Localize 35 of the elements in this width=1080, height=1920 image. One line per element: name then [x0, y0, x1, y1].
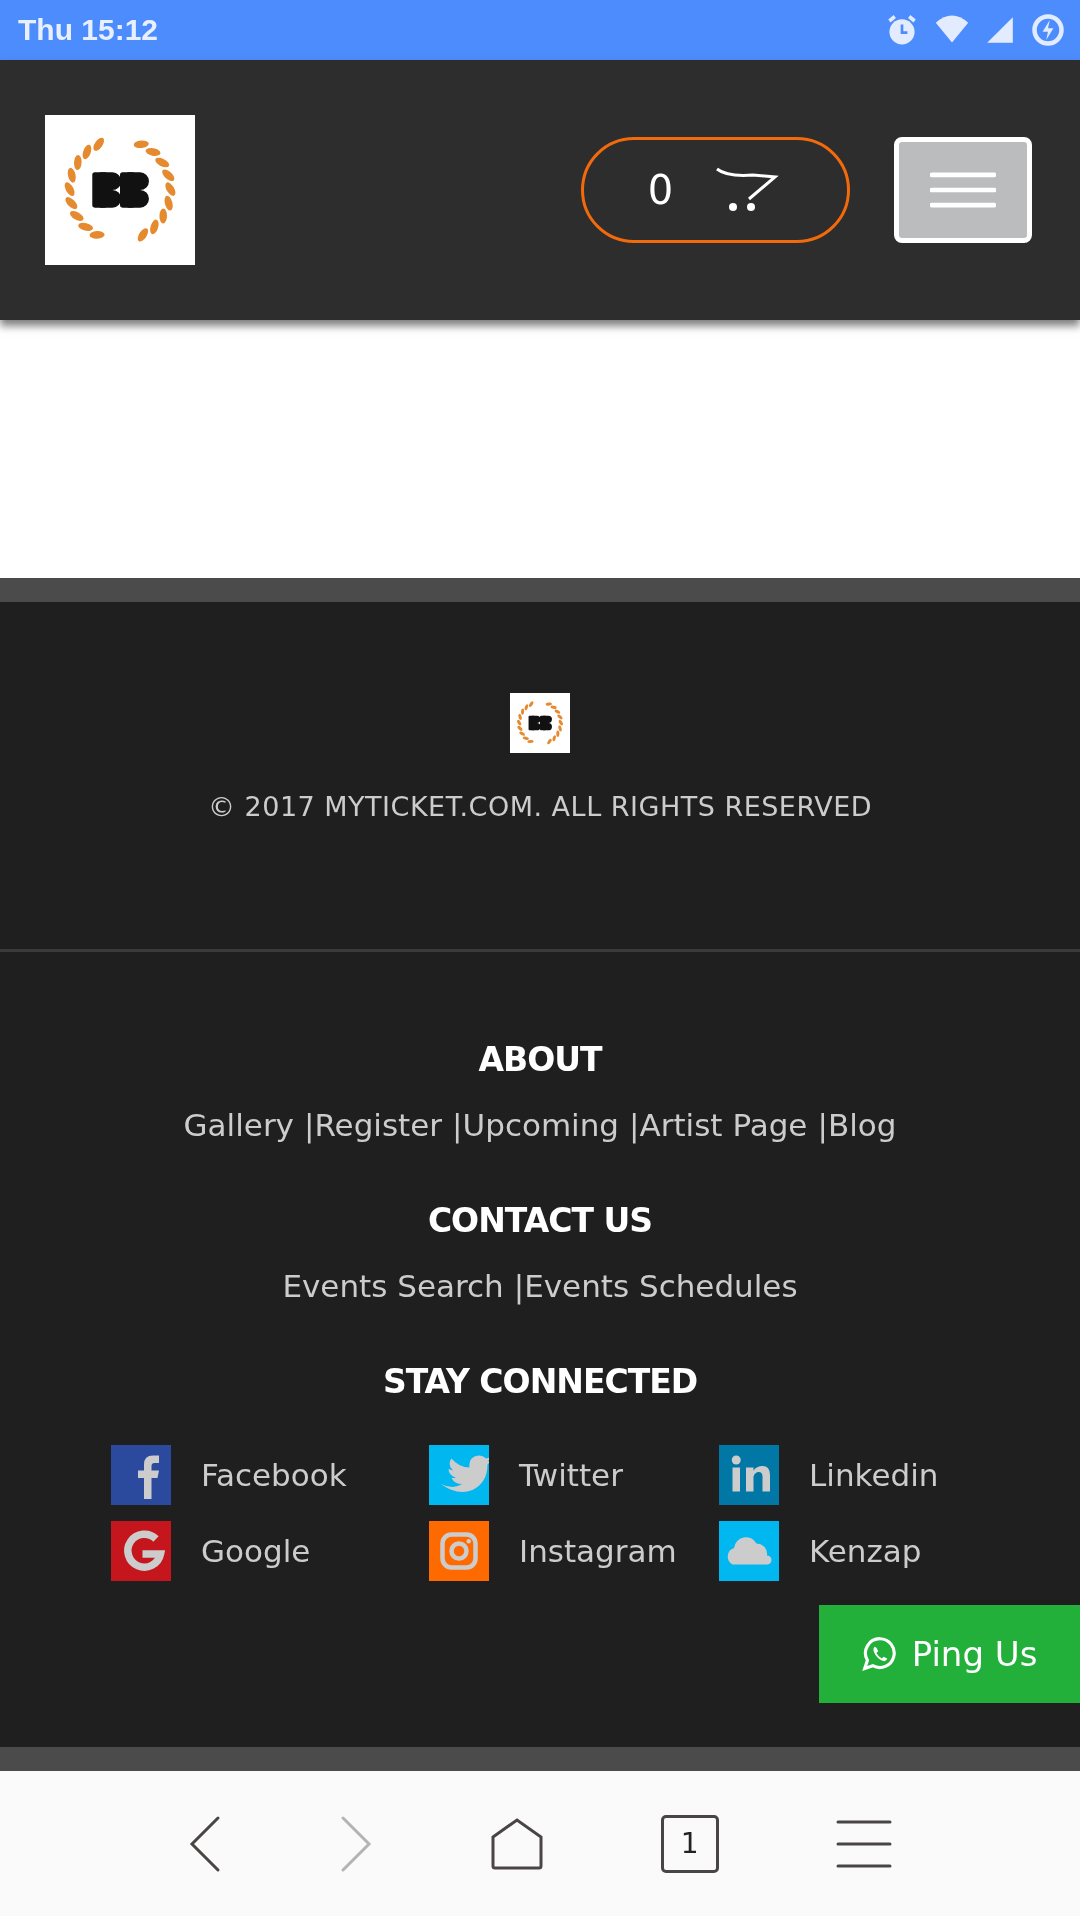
social-link[interactable]: Linkedin: [809, 1457, 939, 1493]
tabs-button[interactable]: 1: [660, 1814, 719, 1873]
battery-icon: [1030, 12, 1066, 48]
footer-logo: [510, 693, 570, 753]
footer-link[interactable]: Events Search: [282, 1268, 504, 1304]
social-link[interactable]: Facebook: [201, 1457, 347, 1493]
google-icon[interactable]: [111, 1521, 171, 1581]
separator: |: [513, 1268, 525, 1304]
footer-link[interactable]: Gallery: [183, 1107, 294, 1143]
footer-link[interactable]: Artist Page: [639, 1107, 808, 1143]
section-heading: CONTACT US: [427, 1201, 653, 1240]
footer-link[interactable]: Register: [314, 1107, 443, 1143]
footer-link[interactable]: Events Schedules: [524, 1268, 798, 1304]
status-time: Thu 15:12: [18, 13, 159, 47]
separator: |: [817, 1107, 828, 1143]
footer-link[interactable]: Blog: [827, 1107, 897, 1143]
social-link[interactable]: Google: [201, 1533, 311, 1569]
signal-icon: [984, 14, 1016, 46]
separator: |: [629, 1107, 640, 1143]
menu-icon: [930, 171, 996, 209]
home-icon[interactable]: [490, 1816, 544, 1871]
cart-button[interactable]: 0: [581, 137, 850, 243]
linkedin-icon[interactable]: [719, 1445, 779, 1505]
separator: |: [304, 1107, 315, 1143]
copyright-text: © 2017 MYTICKET.COM. ALL RIGHTS RESERVED: [207, 791, 873, 822]
footer-link[interactable]: Upcoming: [462, 1107, 620, 1143]
logo[interactable]: [45, 115, 195, 265]
section-heading: STAY CONNECTED: [382, 1362, 698, 1401]
social-link[interactable]: Kenzap: [809, 1533, 922, 1569]
facebook-icon[interactable]: [111, 1445, 171, 1505]
chat-icon: [861, 1636, 898, 1672]
social-link[interactable]: Instagram: [519, 1533, 677, 1569]
social-link[interactable]: Twitter: [519, 1457, 623, 1493]
separator: |: [452, 1107, 463, 1143]
section-heading: ABOUT: [478, 1040, 602, 1079]
